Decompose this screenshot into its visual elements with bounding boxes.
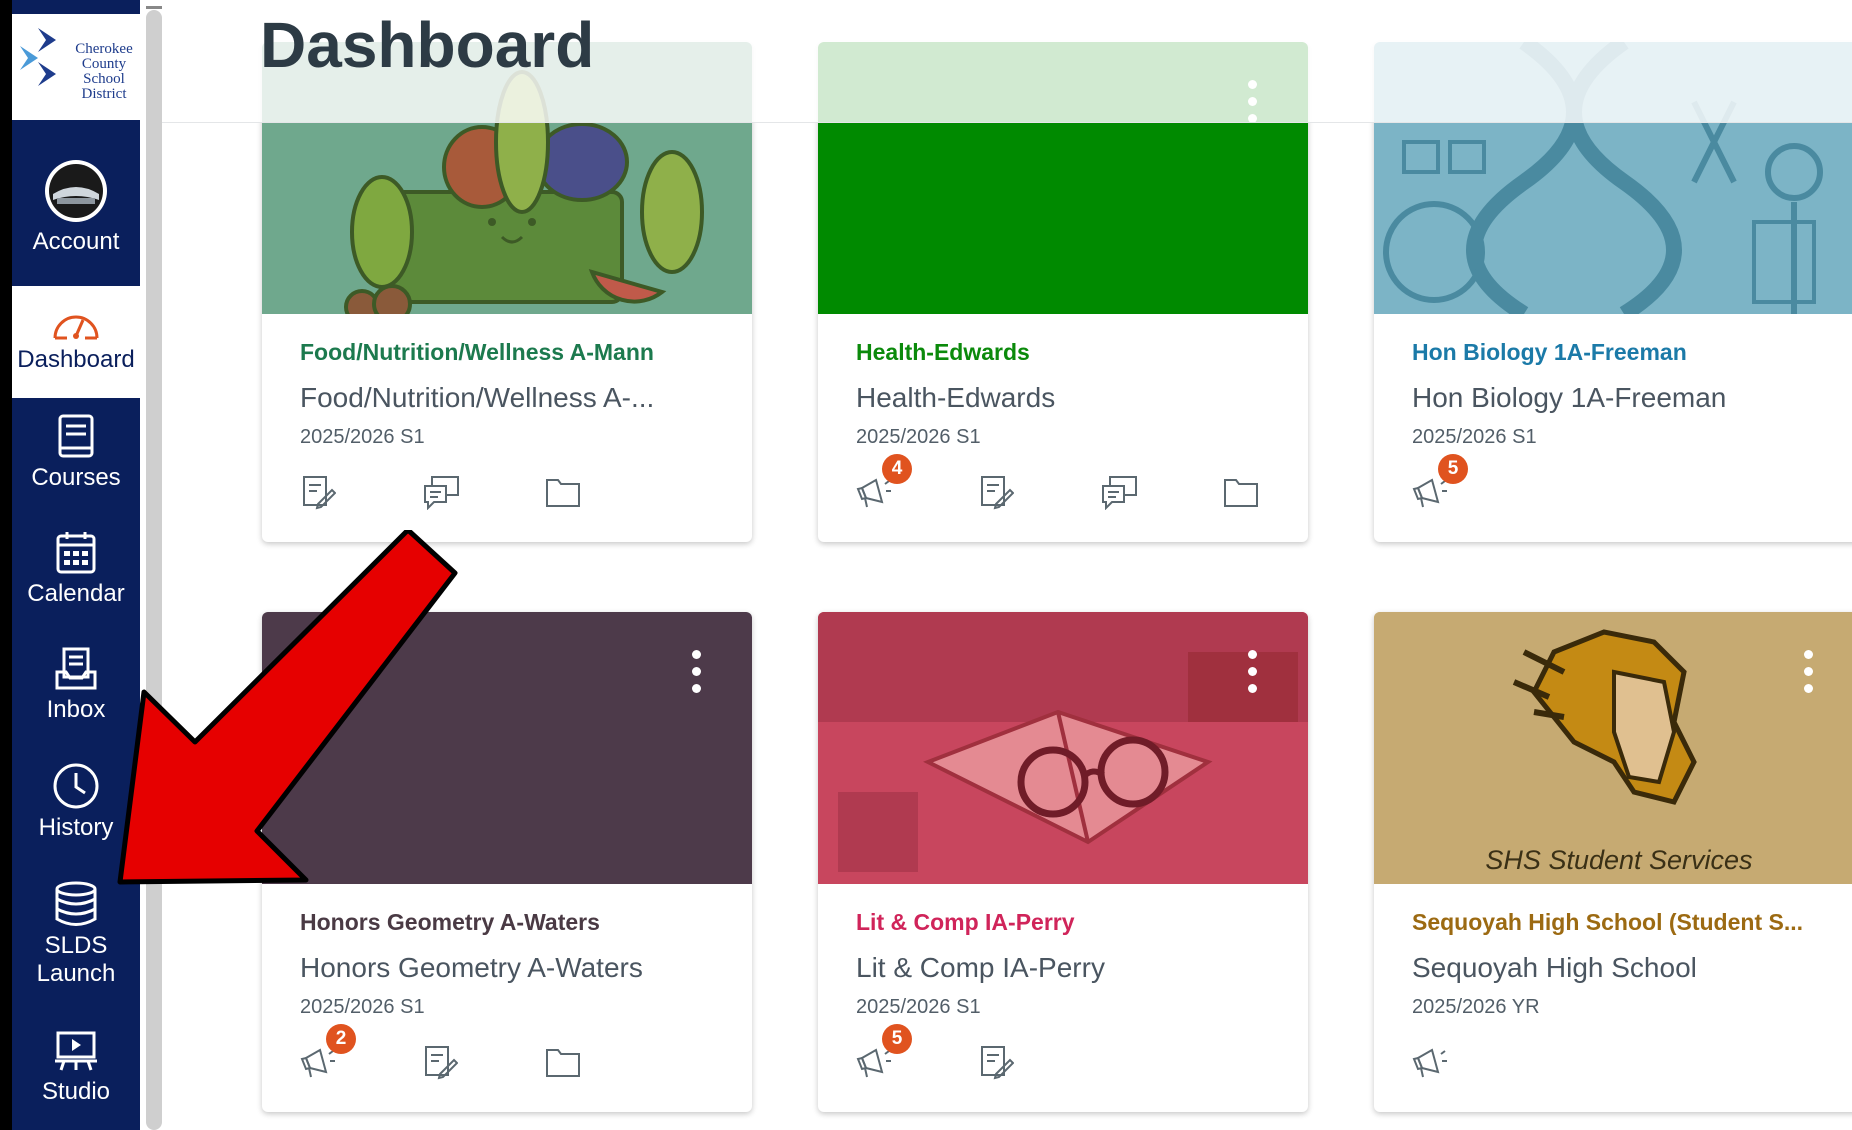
course-card-name: Hon Biology 1A-Freeman	[1412, 382, 1727, 413]
course-card-term: 2025/2026 YR	[1412, 996, 1540, 1018]
calendar-icon	[56, 532, 96, 574]
district-logo[interactable]: Cherokee County School District	[12, 14, 140, 122]
course-card-name: Sequoyah High School	[1412, 952, 1697, 983]
announcements-icon[interactable]: 5	[1412, 454, 1468, 514]
files-icon[interactable]	[1222, 474, 1262, 514]
nav-label-dashboard: Dashboard	[17, 346, 135, 373]
course-card[interactable]: Lit & Comp IA-Perry Lit & Comp IA-Perry …	[818, 612, 1308, 1112]
files-icon[interactable]	[544, 1044, 584, 1084]
nav-label-slds: SLDS	[44, 932, 108, 959]
unread-count-badge: 5	[882, 1024, 912, 1054]
nav-item-studio[interactable]: Studio	[12, 1030, 140, 1106]
unread-count-badge: 2	[326, 1024, 356, 1054]
course-card-hero-image[interactable]	[818, 612, 1308, 884]
courses-book-icon	[58, 414, 94, 458]
course-card-term: 2025/2026 S1	[300, 426, 425, 448]
unread-count-badge: 5	[1438, 454, 1468, 484]
nav-item-account[interactable]: Account	[12, 158, 140, 256]
course-card-code[interactable]: Food/Nutrition/Wellness A-Mann	[300, 339, 654, 366]
discussions-icon[interactable]	[1100, 474, 1140, 514]
course-card-hero-image[interactable]: SHS Student Services	[1374, 612, 1852, 884]
files-icon[interactable]	[544, 474, 584, 514]
district-logo-text: Cherokee County School District	[64, 42, 144, 102]
logo-line-1: Cherokee	[75, 41, 133, 57]
database-icon	[55, 881, 97, 926]
course-card-term: 2025/2026 S1	[856, 996, 981, 1018]
scrollbar-cap	[146, 6, 162, 9]
card-options-icon[interactable]	[1248, 650, 1258, 696]
nav-item-slds-launch[interactable]: SLDS Launch	[12, 880, 140, 988]
course-card-term: 2025/2026 S1	[1412, 426, 1537, 448]
unread-count-badge: 4	[882, 454, 912, 484]
assignments-icon[interactable]	[978, 1044, 1018, 1084]
page-title: Dashboard	[260, 9, 595, 81]
assignments-icon[interactable]	[422, 1044, 462, 1084]
logo-line-4: District	[81, 86, 127, 102]
hero-image-caption: SHS Student Services	[1485, 845, 1753, 875]
account-avatar-icon	[45, 160, 107, 222]
nav-item-courses[interactable]: Courses	[12, 414, 140, 492]
nav-label-studio: Studio	[41, 1078, 111, 1105]
course-card-code[interactable]: Sequoyah High School (Student S...	[1412, 909, 1803, 936]
course-card[interactable]: SHS Student Services Sequoyah High Schoo…	[1374, 612, 1852, 1112]
assignments-icon[interactable]	[300, 474, 340, 514]
announcements-icon[interactable]: 4	[856, 454, 912, 514]
district-logo-icon	[20, 28, 56, 86]
studio-icon	[55, 1031, 97, 1071]
mascot-logo	[1374, 612, 1852, 884]
course-card-code[interactable]: Health-Edwards	[856, 339, 1030, 366]
assignments-icon[interactable]	[978, 474, 1018, 514]
course-card-name: Lit & Comp IA-Perry	[856, 952, 1105, 983]
card-options-icon[interactable]	[692, 650, 702, 696]
nav-label-courses: Courses	[31, 464, 121, 491]
logo-line-3: School	[83, 71, 125, 87]
announcements-icon[interactable]: 5	[856, 1024, 912, 1084]
books-glasses-illustration	[818, 612, 1308, 884]
course-card-code[interactable]: Lit & Comp IA-Perry	[856, 909, 1075, 936]
history-clock-icon	[53, 763, 99, 809]
card-options-icon[interactable]	[1804, 650, 1814, 696]
course-card-name: Health-Edwards	[856, 382, 1056, 413]
nav-label-launch: Launch	[36, 960, 116, 987]
discussions-icon[interactable]	[422, 474, 462, 514]
logo-line-2: County	[81, 56, 127, 72]
dashboard-gauge-icon	[53, 315, 99, 340]
course-card-code[interactable]: Honors Geometry A-Waters	[300, 909, 600, 936]
course-card-name: Honors Geometry A-Waters	[300, 952, 643, 983]
inbox-icon	[55, 647, 97, 690]
course-card-term: 2025/2026 S1	[856, 426, 981, 448]
nav-item-dashboard[interactable]: Dashboard	[12, 286, 140, 398]
red-arrow-annotation	[117, 530, 458, 885]
course-card-name: Food/Nutrition/Wellness A-...	[300, 382, 655, 413]
announcements-icon[interactable]: 2	[300, 1024, 356, 1084]
course-card-term: 2025/2026 S1	[300, 996, 425, 1018]
nav-label-account: Account	[32, 228, 120, 255]
course-card-code[interactable]: Hon Biology 1A-Freeman	[1412, 339, 1687, 366]
announcements-icon[interactable]	[1412, 1044, 1452, 1084]
